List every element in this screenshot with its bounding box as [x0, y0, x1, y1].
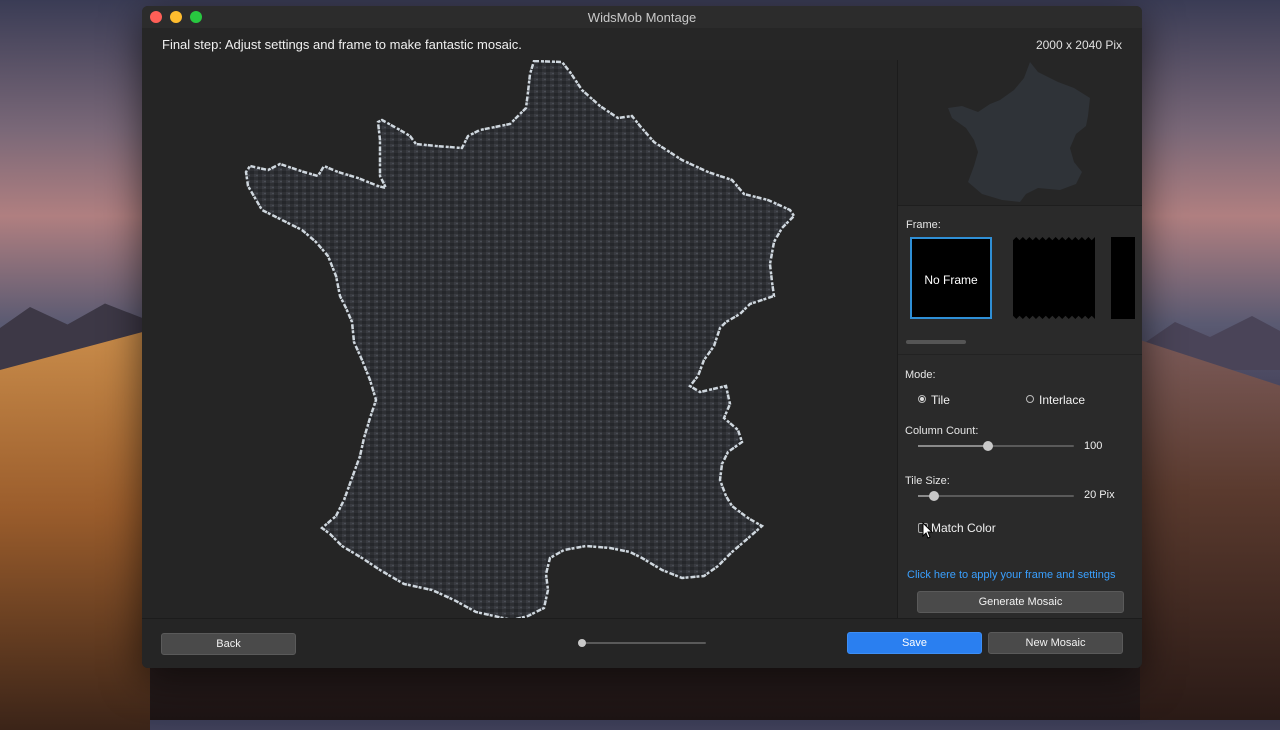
- column-count-thumb[interactable]: [983, 441, 993, 451]
- frame-option-stamp[interactable]: [1013, 237, 1095, 319]
- column-count-slider[interactable]: [918, 441, 1074, 451]
- mosaic-image: [244, 60, 796, 618]
- column-count-label: Column Count:: [905, 425, 979, 437]
- step-header: Final step: Adjust settings and frame to…: [142, 28, 1142, 60]
- app-window: WidsMob Montage Final step: Adjust setti…: [142, 6, 1142, 668]
- zoom-slider[interactable]: [578, 639, 706, 647]
- frame-option-no-frame[interactable]: No Frame: [910, 237, 992, 319]
- back-button[interactable]: Back: [161, 633, 296, 655]
- shape-preview: [898, 60, 1142, 206]
- tile-size-slider[interactable]: [918, 491, 1074, 501]
- zoom-thumb[interactable]: [578, 639, 586, 647]
- desktop-dune-right: [1140, 340, 1280, 720]
- mode-tile-label[interactable]: Tile: [931, 393, 950, 407]
- match-color-label[interactable]: Match Color: [931, 521, 996, 535]
- generate-mosaic-button[interactable]: Generate Mosaic: [917, 591, 1124, 613]
- mouse-cursor-icon: [922, 522, 934, 539]
- apply-settings-link[interactable]: Click here to apply your frame and setti…: [907, 569, 1116, 581]
- title-bar: WidsMob Montage: [142, 6, 1142, 29]
- desktop-dune-left: [0, 330, 150, 730]
- france-mosaic-shape: [244, 60, 796, 618]
- frame-option-partial[interactable]: [1111, 237, 1135, 319]
- output-dimensions: 2000 x 2040 Pix: [1035, 38, 1122, 52]
- tile-size-thumb[interactable]: [929, 491, 939, 501]
- mode-label: Mode:: [905, 369, 936, 381]
- settings-sidebar: Frame: No Frame Mode: Tile Interlace Col…: [897, 60, 1142, 618]
- france-preview-icon: [948, 62, 1090, 202]
- mode-interlace-radio[interactable]: [1026, 395, 1034, 403]
- mosaic-canvas[interactable]: [142, 60, 897, 618]
- column-count-value: 100: [1084, 440, 1103, 452]
- frame-label: Frame:: [906, 219, 941, 231]
- tile-size-value: 20 Pix: [1084, 489, 1115, 501]
- frame-list-scrollbar[interactable]: [906, 340, 966, 344]
- mode-tile-radio[interactable]: [918, 395, 926, 403]
- section-divider: [898, 354, 1142, 355]
- new-mosaic-button[interactable]: New Mosaic: [988, 632, 1123, 654]
- save-button[interactable]: Save: [847, 632, 982, 654]
- no-frame-label: No Frame: [924, 273, 978, 287]
- window-title: WidsMob Montage: [587, 10, 697, 25]
- footer-bar: Back Save New Mosaic: [142, 618, 1142, 668]
- instruction-text: Final step: Adjust settings and frame to…: [162, 37, 522, 52]
- mode-interlace-label[interactable]: Interlace: [1039, 393, 1085, 407]
- tile-size-label: Tile Size:: [905, 475, 950, 487]
